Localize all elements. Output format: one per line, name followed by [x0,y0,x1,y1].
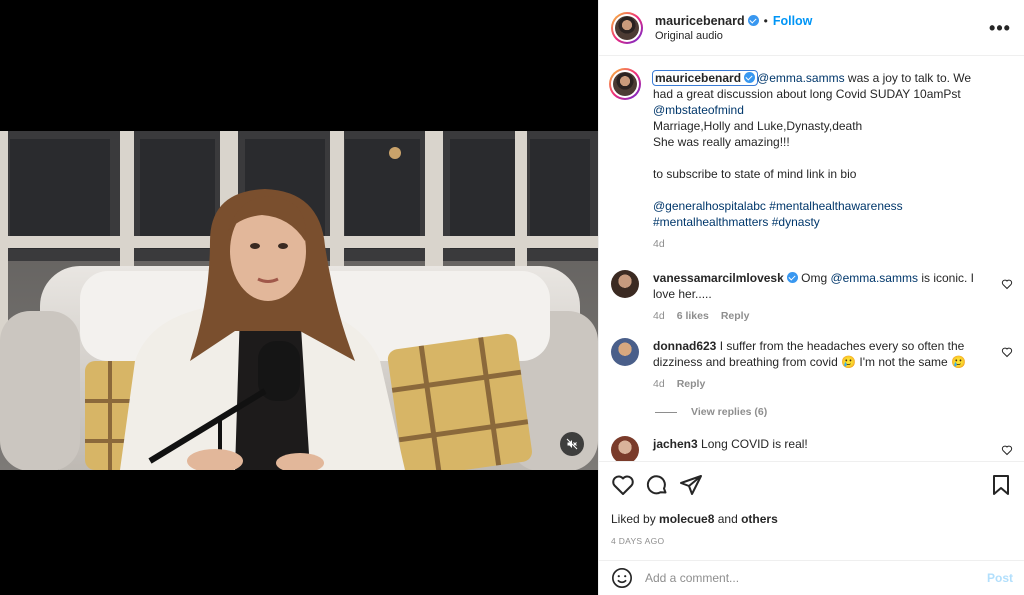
mute-icon [566,438,578,450]
author-avatar[interactable] [611,11,643,44]
comment-mention[interactable]: @emma.samms [830,271,918,285]
post-actions: Liked by molecue8 and others 4 DAYS AGO [599,461,1024,546]
caption-time[interactable]: 4d [653,236,665,252]
comment-body: vanessamarcilmlovesk Omg @emma.samms is … [653,270,1013,324]
action-bar [611,472,1013,498]
comment-time[interactable]: 4d [653,308,665,324]
likes-others[interactable]: others [741,512,778,526]
caption-line-2: Marriage,Holly and Luke,Dynasty,death [653,119,863,133]
follow-button[interactable]: Follow [773,14,813,28]
comment-username[interactable]: donnad623 [653,339,716,353]
video-player[interactable] [0,131,598,470]
comment-body: jachen3 Long COVID is real! [653,436,1013,461]
mute-button[interactable] [560,432,584,456]
comment-time[interactable]: 4d [653,376,665,392]
audio-label[interactable]: Original audio [655,30,988,42]
comment-avatar[interactable] [611,436,639,461]
heart-icon[interactable] [611,473,635,497]
caption-username[interactable]: mauricebenard [651,70,759,86]
liked-by-user[interactable]: molecue8 [659,512,714,526]
comment-item: vanessamarcilmlovesk Omg @emma.samms is … [611,270,1013,324]
comments-list[interactable]: mauricebenard @emma.samms was a joy to ta… [599,56,1024,461]
caption-hashtag[interactable]: #mentalhealthmatters [653,215,768,229]
caption-hashtag[interactable]: #dynasty [772,215,820,229]
comment-username[interactable]: jachen3 [653,437,698,451]
view-replies-line [655,411,677,413]
comment-avatar[interactable] [611,270,639,298]
caption-hashtag[interactable]: #mentalhealthawareness [769,199,902,213]
comment-input[interactable] [645,571,987,585]
caption-body: mauricebenard @emma.samms was a joy to ta… [651,70,1013,252]
post-comment-button[interactable]: Post [987,571,1013,585]
comment-icon[interactable] [645,473,669,497]
comment-likes[interactable]: 6 likes [677,308,709,324]
reply-button[interactable]: Reply [677,376,706,392]
caption-meta: 4d [653,236,991,252]
likes-summary: Liked by molecue8 and others [611,512,1013,526]
post-header: mauricebenard • Follow Original audio ••• [599,0,1024,56]
caption-mention-2[interactable]: @mbstateofmind [653,103,744,117]
comment-item: donnad623 I suffer from the headaches ev… [611,338,1013,392]
comment-avatar[interactable] [611,338,639,366]
comment-item: jachen3 Long COVID is real! [611,436,1013,461]
caption-mention[interactable]: @emma.samms [757,71,845,85]
add-comment-bar: Post [599,560,1024,595]
post-details-panel: mauricebenard • Follow Original audio ••• … [598,0,1024,595]
caption: mauricebenard @emma.samms was a joy to ta… [609,68,1013,252]
caption-tag[interactable]: @generalhospitalabc [653,199,766,213]
comment-text: Omg [801,271,831,285]
view-replies-label: View replies (6) [691,406,768,418]
comment-meta: 4d Reply [653,376,991,392]
heart-icon[interactable] [1001,444,1013,456]
separator-dot: • [763,13,768,28]
heart-icon[interactable] [1001,346,1013,358]
comment-username[interactable]: vanessamarcilmlovesk [653,271,784,285]
verified-icon [786,272,798,283]
caption-line-3: She was really amazing!!! [653,135,790,149]
media-panel [0,0,598,595]
likes-middle: and [714,512,742,526]
share-icon[interactable] [679,473,703,497]
view-replies-button[interactable]: View replies (6) [655,406,1013,418]
heart-icon[interactable] [1001,278,1013,290]
author-username[interactable]: mauricebenard [655,14,745,28]
verified-icon [747,14,759,26]
video-frame-image [0,131,598,470]
caption-avatar[interactable] [609,68,641,100]
author-info: mauricebenard • Follow Original audio [655,14,988,42]
comment-body: donnad623 I suffer from the headaches ev… [653,338,1013,392]
verified-icon [744,72,756,83]
reply-button[interactable]: Reply [721,308,750,324]
emoji-icon[interactable] [611,567,633,589]
comment-text: Long COVID is real! [701,437,808,451]
post-date[interactable]: 4 DAYS AGO [611,536,1013,546]
comment-meta: 4d 6 likes Reply [653,308,991,324]
bookmark-icon[interactable] [989,473,1013,497]
more-options-icon[interactable]: ••• [988,19,1012,37]
likes-prefix: Liked by [611,512,660,526]
caption-line-4: to subscribe to state of mind link in bi… [653,167,857,181]
instagram-post-view: mauricebenard • Follow Original audio ••• … [0,0,1024,595]
